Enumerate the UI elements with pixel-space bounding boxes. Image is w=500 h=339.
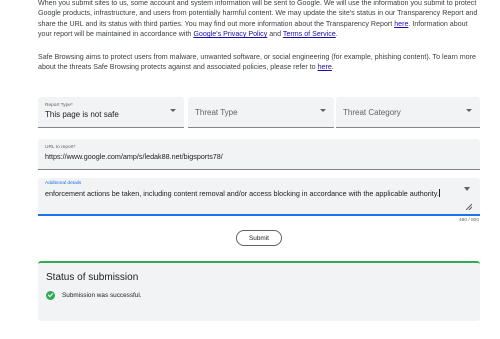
intro-paragraph: When you submit sites to us, some accoun…: [38, 0, 478, 40]
privacy-policy-link[interactable]: Google's Privacy Policy: [193, 30, 267, 38]
report-type-label: Report Type*: [45, 103, 73, 108]
threat-category-placeholder: Threat Category: [343, 108, 401, 117]
safe-browsing-text: Safe Browsing aims to protect users from…: [38, 53, 476, 72]
report-type-select[interactable]: Report Type* This page is not safe: [38, 97, 184, 128]
report-type-value: This page is not safe: [45, 110, 119, 119]
url-field[interactable]: URL to report* https://www.google.com/am…: [38, 139, 480, 170]
additional-details-value: enforcement actions be taken, including …: [45, 189, 445, 200]
additional-details-label: Additional details: [45, 181, 82, 186]
url-label: URL to report*: [45, 145, 76, 150]
dropdown-arrow-icon: [466, 109, 472, 112]
status-title: Status of submission: [46, 272, 139, 283]
threat-category-select[interactable]: Threat Category: [336, 97, 480, 128]
status-message: Submission was successful.: [62, 292, 142, 299]
text-cursor: [438, 189, 440, 197]
additional-details-textarea[interactable]: Additional details enforcement actions b…: [38, 178, 480, 216]
dropdown-arrow-icon: [320, 109, 326, 112]
details-text: enforcement actions be taken, including …: [45, 189, 439, 198]
scroll-arrow-icon[interactable]: [464, 187, 470, 191]
status-row: Submission was successful.: [46, 291, 142, 300]
dropdown-arrow-icon: [170, 109, 176, 112]
character-counter: 480 / 800: [458, 218, 479, 223]
threat-type-placeholder: Threat Type: [195, 108, 238, 117]
submit-button[interactable]: Submit: [236, 230, 282, 246]
resize-handle-icon[interactable]: [466, 204, 472, 210]
check-circle-icon: [46, 291, 55, 300]
intro-text: and: [267, 30, 283, 39]
transparency-report-link[interactable]: here: [394, 20, 408, 28]
submission-status-panel: Status of submission Submission was succ…: [38, 261, 480, 321]
url-value: https://www.google.com/amp/s/ledak88.net…: [45, 152, 223, 161]
safe-browsing-paragraph: Safe Browsing aims to protect users from…: [38, 52, 478, 73]
intro-text: .: [335, 30, 338, 39]
threat-type-select[interactable]: Threat Type: [188, 97, 334, 128]
terms-of-service-link[interactable]: Terms of Service: [283, 30, 336, 38]
policies-link[interactable]: here: [318, 63, 332, 71]
safe-browsing-text: .: [331, 63, 334, 72]
